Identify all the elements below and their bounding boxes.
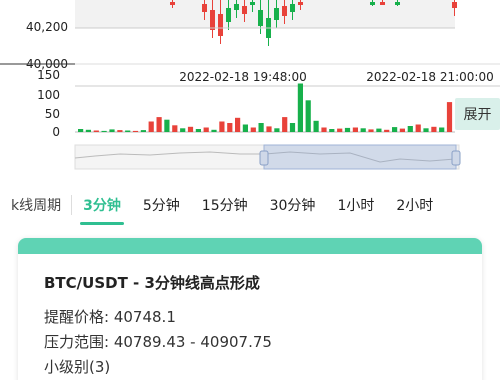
volume-bar: [117, 130, 123, 132]
volume-bar: [297, 83, 303, 132]
volume-bar: [227, 123, 233, 132]
candle-body: [380, 2, 385, 5]
volume-tick-0: 0: [52, 125, 60, 139]
candle-body: [234, 4, 239, 10]
volume-bar: [313, 120, 319, 132]
volume-bar: [125, 130, 131, 132]
tab-1hour[interactable]: 1小时: [326, 183, 385, 227]
kline-period-label: k线周期: [11, 198, 62, 214]
volume-bar: [195, 129, 201, 132]
candle-body: [202, 4, 207, 12]
candle-body: [395, 2, 400, 5]
expand-button[interactable]: 展开: [455, 98, 500, 130]
volume-bar: [242, 124, 248, 132]
volume-bar: [407, 126, 413, 132]
volume-bar: [392, 127, 398, 132]
navigator-selection[interactable]: [263, 144, 457, 170]
volume-bar: [399, 128, 405, 132]
kline-chart-svg: 40,200 40,000 2022-02-18 19:48:00 2022-0…: [0, 0, 500, 170]
volume-bar: [101, 130, 107, 132]
candle-body: [370, 2, 375, 5]
volume-bar: [266, 126, 272, 132]
alert-card-header-bar: [18, 238, 482, 254]
candle-body: [258, 10, 263, 26]
candle-body: [298, 2, 303, 5]
alert-card: BTC/USDT - 3分钟线高点形成 提醒价格: 40748.1 压力范围: …: [18, 238, 482, 380]
volume-tick-50: 50: [45, 107, 60, 121]
volume-bar: [329, 129, 335, 132]
volume-bar: [235, 117, 241, 132]
volume-bar: [344, 127, 351, 132]
candle-body: [242, 6, 247, 14]
candle-body: [218, 14, 223, 36]
time-label-1: 2022-02-18 19:48:00: [179, 70, 306, 84]
volume-bar: [219, 121, 225, 132]
volume-tick-150: 150: [37, 68, 60, 82]
volume-bar: [156, 117, 162, 132]
volume-bar: [85, 129, 91, 132]
volume-bar: [78, 129, 84, 132]
candle-body: [170, 2, 175, 5]
tab-5min[interactable]: 5分钟: [132, 183, 191, 227]
tab-2hour[interactable]: 2小时: [385, 183, 444, 227]
tab-15min[interactable]: 15分钟: [191, 183, 259, 227]
tab-30min[interactable]: 30分钟: [259, 183, 327, 227]
volume-bar: [172, 125, 178, 132]
candle-body: [282, 6, 287, 16]
volume-bar: [321, 127, 327, 132]
volume-tick-100: 100: [37, 88, 60, 102]
candle-body: [290, 4, 295, 12]
volume-bar: [187, 126, 194, 132]
alert-range-label: 压力范围:: [44, 333, 110, 351]
volume-bar: [148, 121, 154, 132]
kline-period-tabs: k线周期 3分钟 5分钟 15分钟 30分钟 1小时 2小时: [0, 183, 500, 227]
volume-bar: [203, 127, 209, 132]
alert-range-value: 40789.43 - 40907.75: [113, 333, 272, 351]
kline-chart[interactable]: 40,200 40,000 2022-02-18 19:48:00 2022-0…: [0, 0, 500, 180]
alert-level-label: 小级别(3): [44, 358, 111, 376]
candle-body: [452, 2, 457, 8]
volume-bar: [376, 128, 382, 132]
volume-bar: [250, 127, 256, 132]
candle-body: [226, 8, 231, 22]
volume-bar: [423, 128, 429, 132]
volume-bar: [415, 124, 421, 132]
volume-bar: [305, 100, 311, 132]
alert-title: BTC/USDT - 3分钟线高点形成: [44, 274, 260, 292]
volume-bar: [384, 129, 390, 132]
volume-bar: [109, 129, 115, 132]
alert-price-label: 提醒价格:: [44, 308, 110, 326]
volume-bar: [360, 128, 366, 132]
volume-bar: [258, 123, 264, 132]
volume-bar: [352, 127, 358, 132]
candle-body: [274, 8, 279, 20]
volume-bar: [164, 119, 170, 132]
navigator-left-handle[interactable]: [259, 150, 269, 166]
volume-bar: [140, 130, 146, 132]
alert-range-row: 压力范围: 40789.43 - 40907.75: [44, 331, 272, 352]
volume-bars-group: [78, 83, 453, 132]
volume-bar: [211, 129, 217, 132]
volume-bar: [289, 123, 296, 132]
price-tick-upper: 40,200: [26, 20, 68, 34]
volume-bar: [132, 130, 139, 132]
alert-price-value: 40748.1: [113, 308, 176, 326]
alert-level-row: 小级别(3): [44, 356, 110, 377]
volume-bar: [274, 128, 280, 132]
volume-bar: [282, 117, 288, 132]
candle-body: [250, 2, 255, 5]
volume-bar: [439, 127, 445, 132]
volume-bar: [337, 128, 343, 132]
alert-price-row: 提醒价格: 40748.1: [44, 306, 176, 327]
volume-bar: [93, 130, 99, 132]
tab-3min[interactable]: 3分钟: [72, 183, 132, 227]
volume-bar: [180, 128, 186, 132]
navigator-right-handle[interactable]: [451, 150, 461, 166]
time-label-2: 2022-02-18 21:00:00: [366, 70, 493, 84]
candle-body: [210, 10, 215, 30]
volume-bar: [431, 126, 437, 132]
volume-bar: [446, 102, 453, 132]
volume-bar: [368, 129, 374, 132]
